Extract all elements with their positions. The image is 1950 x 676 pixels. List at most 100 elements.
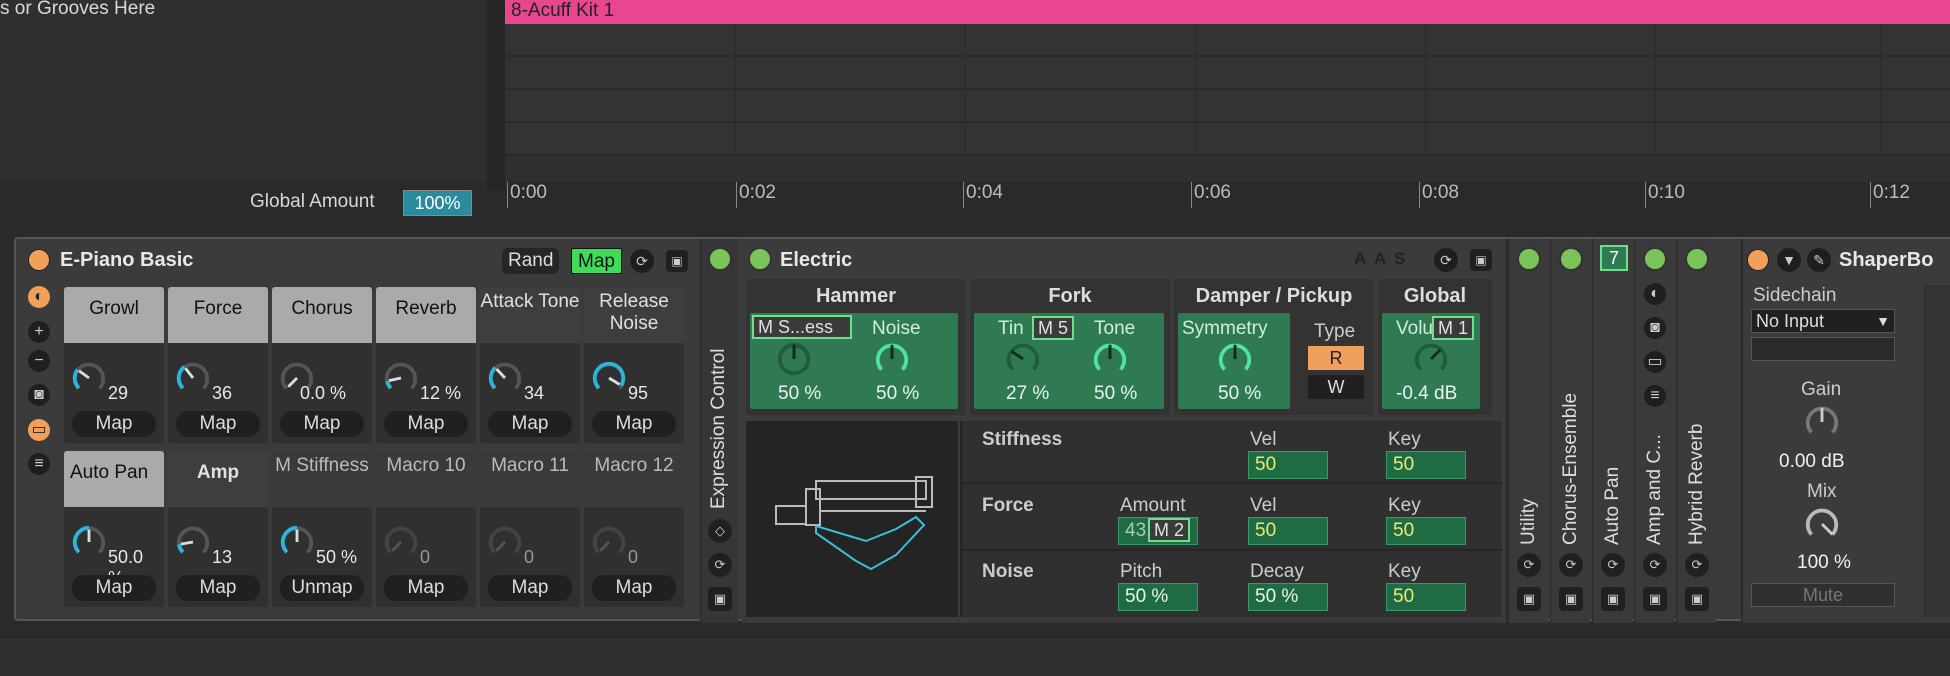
mapped-param-tag[interactable]: M 5	[1032, 316, 1075, 340]
macro-name[interactable]: Macro 11	[480, 451, 580, 507]
type-w-button[interactable]: W	[1308, 375, 1364, 399]
device-power-button[interactable]	[1747, 249, 1769, 271]
ruler-tick[interactable]: 0:06	[1191, 182, 1231, 208]
clip-header[interactable]: 8-Acuff Kit 1	[505, 0, 1950, 24]
macro-knob[interactable]	[486, 359, 524, 397]
expand-arrow-icon[interactable]: ▼	[1777, 248, 1801, 272]
hot-swap-icon[interactable]: ⟳	[1559, 553, 1583, 577]
macro-name[interactable]: Release Noise	[584, 287, 684, 343]
hot-swap-icon[interactable]: ⟳	[1434, 248, 1458, 272]
macro-map-button[interactable]: Map	[488, 411, 572, 437]
chain-list-icon[interactable]: ≡	[1644, 385, 1666, 407]
ruler-tick[interactable]: 0:12	[1870, 182, 1910, 208]
macro-name[interactable]: Amp	[168, 451, 268, 507]
device-power-button[interactable]	[748, 247, 772, 271]
macro-name[interactable]: Force	[168, 287, 268, 343]
device-title-vertical[interactable]: Hybrid Reverb	[1686, 424, 1708, 545]
macro-map-button[interactable]: Map	[176, 575, 260, 601]
wrench-icon[interactable]: ✎	[1807, 248, 1831, 272]
macro-name[interactable]: M Stiffness	[272, 451, 372, 507]
hot-swap-icon[interactable]: ⟳	[630, 249, 654, 273]
rand-button[interactable]: Rand	[502, 248, 560, 274]
noise-key-field[interactable]: 50	[1386, 583, 1466, 611]
ruler-tick[interactable]: 0:08	[1419, 182, 1459, 208]
macro-map-button[interactable]: Map	[72, 411, 156, 437]
ruler-tick[interactable]: 0:04	[963, 182, 1003, 208]
macro-knob[interactable]	[486, 523, 524, 561]
device-power-button[interactable]	[28, 249, 50, 271]
macro-map-button[interactable]: Map	[384, 575, 468, 601]
symmetry-knob[interactable]	[1216, 340, 1254, 378]
stiffness-vel-field[interactable]: 50	[1248, 451, 1328, 479]
macro-name[interactable]: Reverb	[376, 287, 476, 343]
map-mode-button[interactable]: Map	[571, 248, 622, 274]
sidechain-source-field[interactable]	[1751, 337, 1895, 361]
noise-knob[interactable]	[873, 340, 911, 378]
macro-knob[interactable]	[382, 359, 420, 397]
device-power-button[interactable]	[708, 247, 732, 271]
macro-map-button[interactable]: Map	[176, 411, 260, 437]
device-title-vertical[interactable]: Auto Pan	[1602, 467, 1624, 545]
show-chain-icon[interactable]: ▭	[1644, 351, 1666, 373]
chain-list-icon[interactable]: ≡	[28, 453, 50, 475]
save-icon[interactable]: ▣	[1643, 587, 1667, 611]
snapshot-icon[interactable]: ◙	[1644, 317, 1666, 339]
sidechain-select[interactable]: No Input ▼	[1751, 309, 1895, 333]
hot-swap-icon[interactable]: ⟳	[708, 553, 732, 577]
mapped-count-badge[interactable]: 7	[1600, 245, 1628, 271]
device-title-vertical[interactable]: Expression Control	[708, 348, 730, 509]
show-chain-icon[interactable]: ▭	[28, 419, 50, 441]
collapse-icon[interactable]: ◇	[708, 519, 732, 543]
groove-drop-area[interactable]: s or Grooves Here	[0, 0, 487, 182]
snapshot-icon[interactable]: ◙	[28, 384, 50, 406]
save-icon[interactable]: ▣	[1517, 587, 1541, 611]
save-icon[interactable]: ▣	[1601, 587, 1625, 611]
macro-map-button[interactable]: Map	[592, 411, 676, 437]
type-r-button[interactable]: R	[1308, 346, 1364, 370]
device-power-button[interactable]	[1685, 247, 1709, 271]
volume-knob[interactable]	[1412, 340, 1450, 378]
lane-row[interactable]	[505, 57, 1950, 90]
macro-map-button[interactable]: Map	[592, 575, 676, 601]
save-icon[interactable]: ▣	[708, 587, 732, 611]
mute-button[interactable]: Mute	[1751, 583, 1895, 607]
hot-swap-icon[interactable]: ⟳	[1601, 553, 1625, 577]
macro-knob[interactable]	[590, 523, 628, 561]
device-title-vertical[interactable]: Chorus-Ensemble	[1560, 393, 1582, 545]
macro-knob[interactable]	[70, 523, 108, 561]
ruler-tick[interactable]: 0:00	[507, 182, 547, 208]
rack-title[interactable]: E-Piano Basic	[60, 249, 193, 272]
macro-map-button[interactable]: Unmap	[280, 575, 364, 601]
device-title[interactable]: ShaperBo	[1839, 249, 1933, 272]
mix-knob[interactable]	[1803, 505, 1841, 543]
macro-name[interactable]: Attack Tone	[480, 287, 580, 343]
stiffness-knob[interactable]	[775, 340, 813, 378]
mapped-param-tag[interactable]: M 1	[1432, 316, 1475, 340]
hot-swap-icon[interactable]: ⟳	[1517, 553, 1541, 577]
hot-swap-icon[interactable]: ⟳	[1685, 553, 1709, 577]
macro-knob[interactable]	[278, 523, 316, 561]
mapped-param-tag[interactable]: M S...ess	[752, 315, 852, 339]
macro-name[interactable]: Macro 10	[376, 451, 476, 507]
tine-knob[interactable]	[1004, 340, 1042, 378]
mapped-param-tag[interactable]: M 2	[1148, 518, 1191, 542]
ruler-tick[interactable]: 0:02	[736, 182, 776, 208]
macro-map-button[interactable]: Map	[488, 575, 572, 601]
save-icon[interactable]: ▣	[1470, 249, 1492, 271]
macro-name[interactable]: Growl	[64, 287, 164, 343]
save-icon[interactable]: ▣	[1559, 587, 1583, 611]
noise-pitch-field[interactable]: 50 %	[1118, 583, 1198, 611]
show-macros-icon[interactable]: ◐	[1644, 283, 1666, 305]
lane-row[interactable]	[505, 24, 1950, 57]
lane-row[interactable]	[505, 90, 1950, 123]
save-icon[interactable]: ▣	[666, 250, 688, 272]
gain-knob[interactable]	[1803, 403, 1841, 441]
tone-knob[interactable]	[1091, 340, 1129, 378]
force-key-field[interactable]: 50	[1386, 517, 1466, 545]
ruler-tick[interactable]: 0:10	[1645, 182, 1685, 208]
macro-knob[interactable]	[590, 359, 628, 397]
macro-name[interactable]: Auto Pan	[64, 451, 164, 507]
hot-swap-icon[interactable]: ⟳	[1643, 553, 1667, 577]
device-title-vertical[interactable]: Amp and C...	[1644, 434, 1666, 545]
macro-knob[interactable]	[174, 359, 212, 397]
